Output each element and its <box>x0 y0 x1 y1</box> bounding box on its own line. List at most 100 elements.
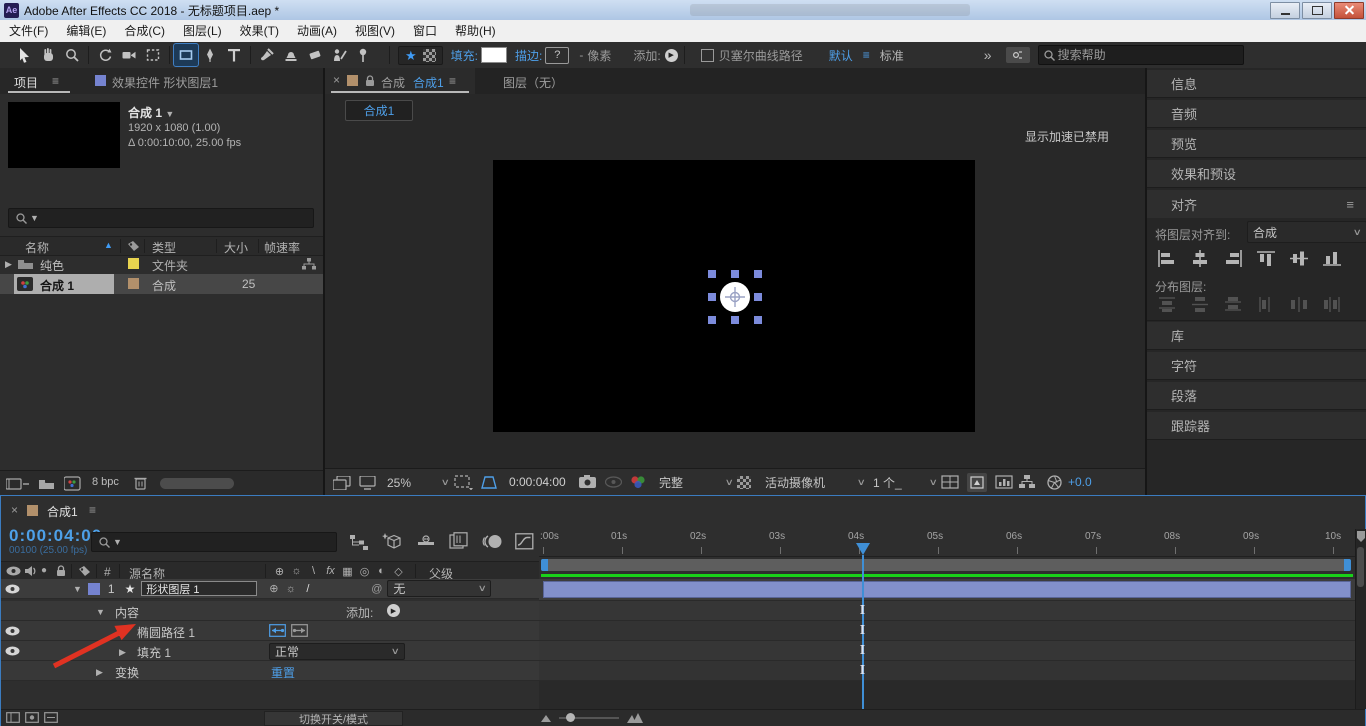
rotate-tool-button[interactable] <box>93 44 117 66</box>
new-composition-icon[interactable] <box>64 476 81 491</box>
roto-brush-tool-button[interactable] <box>327 44 351 66</box>
layer-collapse-switch[interactable]: ⊕ <box>265 582 282 595</box>
comp-name[interactable]: 合成 1 ▼ <box>128 104 174 121</box>
graph-editor-icon[interactable] <box>515 533 534 550</box>
align-horizontal-center-icon[interactable] <box>1190 250 1210 267</box>
comp-marker-bin-icon[interactable] <box>1357 531 1365 543</box>
workspace-default[interactable]: 默认 <box>829 47 853 64</box>
menu-view[interactable]: 视图(V) <box>346 20 404 42</box>
help-search-box[interactable] <box>1038 45 1244 65</box>
track-band[interactable] <box>539 601 1355 621</box>
workspace-standard[interactable]: 标准 <box>880 47 904 64</box>
menu-window[interactable]: 窗口 <box>404 20 446 42</box>
distribute-top-icon[interactable] <box>1157 296 1177 313</box>
align-bottom-icon[interactable] <box>1322 250 1342 267</box>
constrain-in-icon[interactable] <box>269 624 286 637</box>
workspace-settings-icon[interactable] <box>1006 47 1030 63</box>
motion-blur-icon[interactable] <box>482 533 504 550</box>
work-area-bar[interactable] <box>541 559 1351 571</box>
clone-stamp-tool-button[interactable] <box>279 44 303 66</box>
item-name[interactable]: 纯色 <box>40 257 64 274</box>
panel-align[interactable]: 对齐 ≡ <box>1147 190 1366 218</box>
tab-effect-controls[interactable]: 效果控件 形状图层1 <box>112 74 218 91</box>
menu-animation[interactable]: 动画(A) <box>288 20 346 42</box>
flowchart-icon[interactable] <box>1019 475 1035 489</box>
tab-project[interactable]: 项目 <box>14 74 38 91</box>
three-d-column-icon[interactable]: ◇ <box>390 565 407 578</box>
table-row-comp1[interactable]: 合成 1 合成 25 <box>0 274 323 294</box>
view-layout-dropdown[interactable]: 1 个_∨ <box>869 474 941 491</box>
fast-previews-icon[interactable] <box>737 476 751 489</box>
layer-row-shape-layer-1[interactable]: ▼ 1 ★ 形状图层 1 ⊕ ☼ / @ 无∨ <box>1 579 539 599</box>
close-button[interactable] <box>1334 2 1364 19</box>
layer-shy-switch[interactable]: ☼ <box>282 583 299 595</box>
frame-blending-icon[interactable] <box>449 532 469 551</box>
lock-column-icon[interactable] <box>56 565 66 577</box>
timeline-search-box[interactable]: ▼ <box>91 532 337 552</box>
layer-visibility-icon[interactable] <box>5 584 20 594</box>
expand-layer-switches-icon[interactable] <box>6 712 20 723</box>
add-menu-icon[interactable]: ▶ <box>665 49 678 62</box>
eraser-tool-button[interactable] <box>303 44 327 66</box>
blend-mode-dropdown[interactable]: 正常∨ <box>269 643 405 660</box>
collapse-column-icon[interactable]: ⊕ <box>271 565 288 578</box>
ellipse-path-row[interactable]: ▶ 椭圆路径 1 <box>1 621 539 641</box>
pixel-aspect-correction-button[interactable] <box>967 473 987 492</box>
quality-column-icon[interactable]: \ <box>305 565 322 577</box>
brush-tool-button[interactable] <box>255 44 279 66</box>
expand-transfer-controls-icon[interactable] <box>25 712 39 723</box>
layer-name-box[interactable]: 形状图层 1 <box>141 581 257 596</box>
current-time-display[interactable]: 0:00:04:00 <box>9 526 102 546</box>
snapshot-camera-icon[interactable] <box>579 475 596 488</box>
viewer-panel-menu-icon[interactable]: ≡ <box>449 74 456 88</box>
table-row-solids[interactable]: ▶ 纯色 文件夹 <box>0 254 323 274</box>
always-preview-icon[interactable] <box>333 476 351 490</box>
align-right-icon[interactable] <box>1223 250 1243 267</box>
menu-layer[interactable]: 图层(L) <box>174 20 231 42</box>
timeline-panel-menu-icon[interactable]: ≡ <box>89 503 96 517</box>
transparency-checker-icon[interactable] <box>423 49 436 62</box>
trash-icon[interactable] <box>134 475 147 490</box>
pen-tool-button[interactable] <box>198 44 222 66</box>
distribute-right-icon[interactable] <box>1322 296 1342 313</box>
menu-composition[interactable]: 合成(C) <box>115 20 174 42</box>
align-top-icon[interactable] <box>1256 250 1276 267</box>
tab-layer-viewer[interactable]: 图层（无） <box>503 74 563 91</box>
contents-expander-icon[interactable]: ▼ <box>96 607 105 617</box>
lock-icon[interactable] <box>365 75 375 87</box>
fill-label[interactable]: 填充: <box>451 47 478 64</box>
motion-blur-column-icon[interactable]: ◎ <box>356 565 373 578</box>
menu-edit[interactable]: 编辑(E) <box>57 20 115 42</box>
transform-reset-link[interactable]: 重置 <box>271 664 295 681</box>
maximize-button[interactable] <box>1302 2 1332 19</box>
align-panel-menu-icon[interactable]: ≡ <box>1346 197 1354 212</box>
horizontal-scrollbar[interactable] <box>160 478 234 489</box>
exposure-shutter-icon[interactable] <box>1047 475 1062 490</box>
add-property-label[interactable]: 添加: <box>346 604 373 621</box>
timeline-tab-name[interactable]: 合成1 <box>47 503 78 520</box>
tab-close-icon[interactable]: × <box>333 73 340 87</box>
work-area-start-handle[interactable] <box>541 559 548 571</box>
panel-paragraph[interactable]: 段落 <box>1147 382 1366 410</box>
timeline-vertical-scrollbar[interactable] <box>1355 529 1366 709</box>
label-color-chip[interactable] <box>128 278 139 289</box>
menu-effect[interactable]: 效果(T) <box>231 20 288 42</box>
effects-column-icon[interactable]: fx <box>322 565 339 577</box>
resolution-dropdown[interactable]: 完整∨ <box>655 474 737 491</box>
layer-expander-icon[interactable]: ▼ <box>73 584 82 594</box>
panel-character[interactable]: 字符 <box>1147 352 1366 380</box>
toggle-switches-modes-button[interactable]: 切换开关/模式 <box>264 711 403 726</box>
layer-duration-bar[interactable] <box>543 581 1351 598</box>
bezier-path-label[interactable]: 贝塞尔曲线路径 <box>719 47 803 64</box>
primary-viewer-icon[interactable] <box>359 476 376 490</box>
align-vertical-center-icon[interactable] <box>1289 250 1309 267</box>
shy-layers-icon[interactable] <box>415 534 437 550</box>
hand-tool-button[interactable] <box>36 44 60 66</box>
timeline-graph-icon[interactable] <box>995 475 1013 489</box>
camera-dropdown[interactable]: 活动摄像机∨ <box>761 474 869 491</box>
video-column-icon[interactable] <box>6 566 21 576</box>
constrain-out-icon[interactable] <box>291 624 308 637</box>
workspace-menu-icon[interactable]: ≡ <box>863 48 870 62</box>
layer-quality-switch[interactable]: / <box>299 583 316 595</box>
item-name[interactable]: 合成 1 <box>40 277 74 294</box>
